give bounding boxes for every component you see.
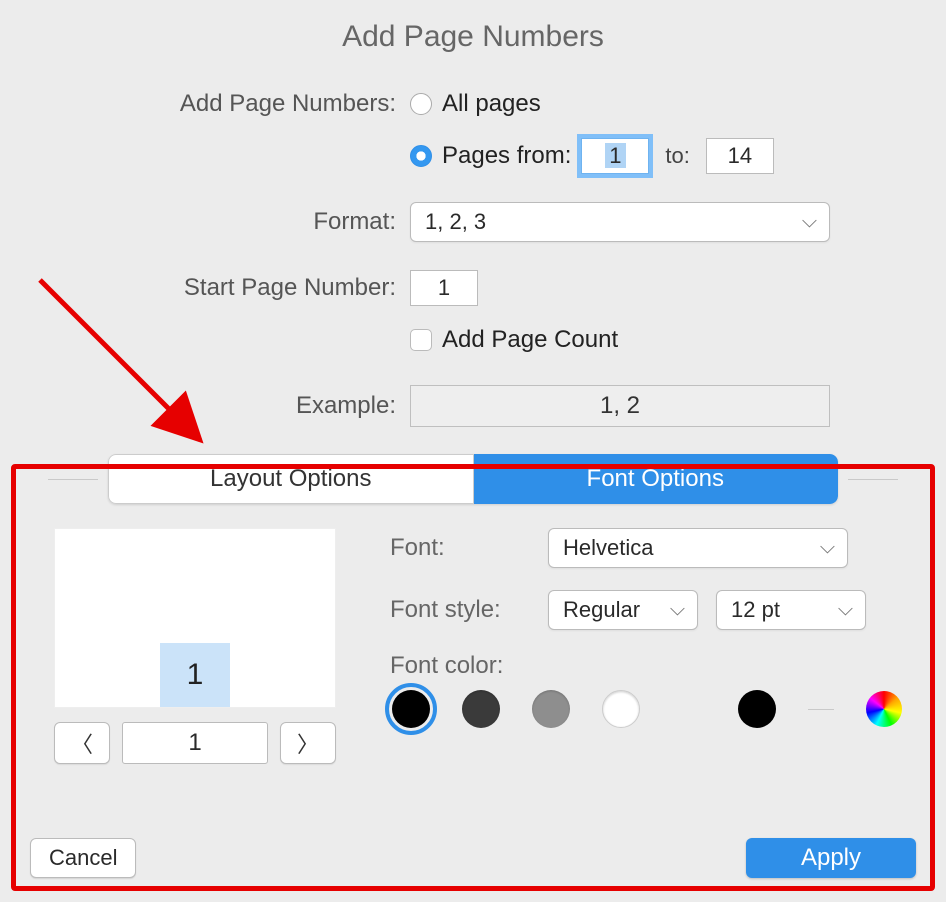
row-add-page-count: Add Page Count	[0, 318, 946, 362]
input-pages-to[interactable]: 14	[706, 138, 774, 174]
row-start-page: Start Page Number: 1	[0, 266, 946, 310]
select-format[interactable]: 1, 2, 3 ⌵	[410, 202, 830, 242]
annotation-highlight-box	[11, 464, 935, 891]
dialog-title: Add Page Numbers	[0, 20, 946, 54]
radio-pages-from-label[interactable]: Pages from:	[442, 142, 571, 170]
radio-all-pages[interactable]	[410, 93, 432, 115]
input-start-page[interactable]: 1	[410, 270, 478, 306]
example-output: 1, 2	[410, 385, 830, 427]
select-format-value: 1, 2, 3	[425, 209, 486, 234]
label-start-page-number: Start Page Number:	[0, 274, 410, 302]
label-format: Format:	[0, 208, 410, 236]
input-pages-from[interactable]: 1	[581, 138, 649, 174]
label-to: to:	[665, 143, 689, 169]
checkbox-add-page-count[interactable]	[410, 329, 432, 351]
chevron-down-icon: ⌵	[802, 211, 817, 234]
label-example: Example:	[0, 392, 410, 420]
radio-pages-from[interactable]	[410, 145, 432, 167]
row-example: Example: 1, 2	[0, 384, 946, 428]
radio-all-pages-label[interactable]: All pages	[442, 90, 541, 118]
label-add-page-numbers: Add Page Numbers:	[0, 90, 410, 118]
row-pages-from: Pages from: 1 to: 14	[0, 134, 946, 178]
label-add-page-count[interactable]: Add Page Count	[442, 326, 618, 354]
add-page-numbers-dialog: Add Page Numbers Add Page Numbers: All p…	[0, 0, 946, 902]
row-add-page-numbers: Add Page Numbers: All pages	[0, 82, 946, 126]
row-format: Format: 1, 2, 3 ⌵	[0, 200, 946, 244]
